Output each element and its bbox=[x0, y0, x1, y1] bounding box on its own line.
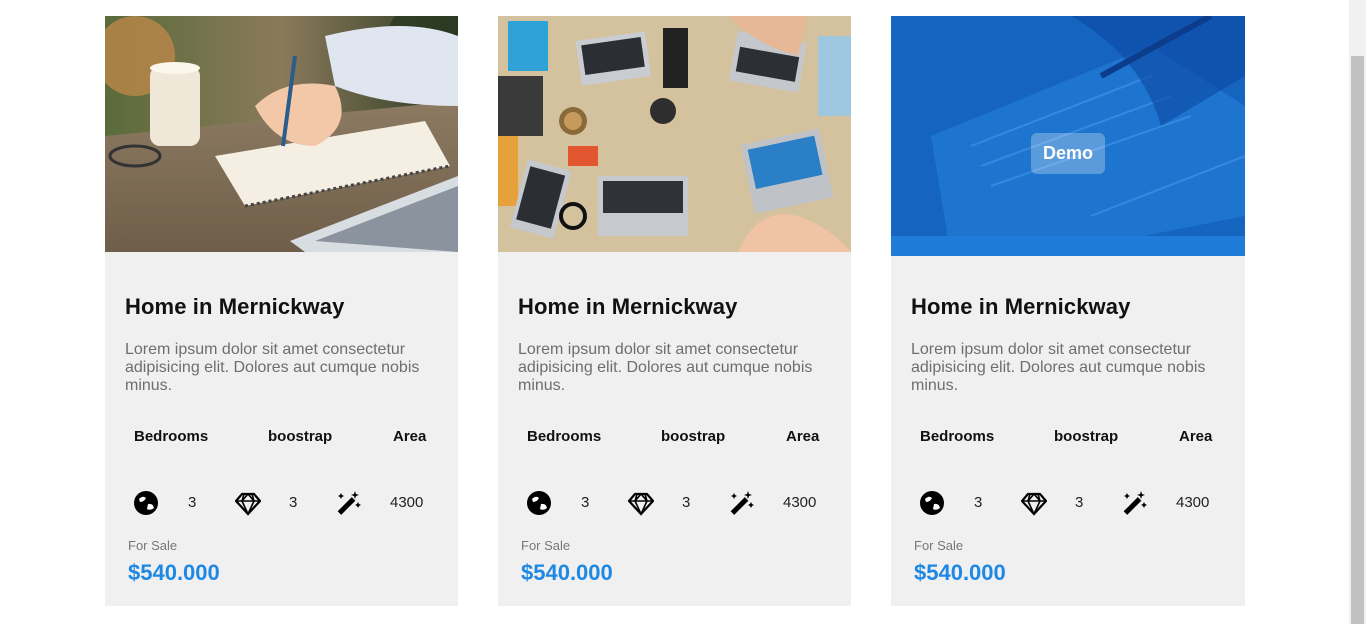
feature-value-bedrooms: 3 bbox=[581, 494, 590, 511]
diamond-icon bbox=[628, 490, 654, 516]
property-price: $540.000 bbox=[914, 560, 1006, 585]
feature-label-bedrooms: Bedrooms bbox=[527, 428, 602, 445]
feature-label-boostrap: boostrap bbox=[268, 428, 333, 445]
demo-overlay-badge[interactable]: Demo bbox=[1031, 133, 1105, 174]
globe-icon bbox=[919, 490, 945, 516]
feature-value-boostrap: 3 bbox=[1075, 494, 1084, 511]
feature-value-boostrap: 3 bbox=[682, 494, 691, 511]
feature-label-boostrap: boostrap bbox=[661, 428, 726, 445]
feature-label-area: Area bbox=[786, 428, 820, 445]
property-title: Home in Mernickway bbox=[125, 294, 345, 319]
magic-wand-icon bbox=[1121, 490, 1147, 516]
feature-value-area: 4300 bbox=[1176, 494, 1210, 511]
magic-wand-icon bbox=[728, 490, 754, 516]
sale-status: For Sale bbox=[521, 538, 571, 553]
property-description: Lorem ipsum dolor sit amet consectetur a… bbox=[125, 341, 420, 394]
feature-value-bedrooms: 3 bbox=[188, 494, 197, 511]
property-title: Home in Mernickway bbox=[911, 294, 1131, 319]
property-photo[interactable] bbox=[105, 16, 458, 252]
diamond-icon bbox=[1021, 490, 1047, 516]
property-cards: Home in Mernickway Lorem ipsum dolor sit… bbox=[0, 0, 1349, 624]
property-card[interactable]: Demo Home in Mernickway Lorem ipsum dolo… bbox=[891, 16, 1245, 606]
property-photo[interactable]: Demo bbox=[891, 16, 1245, 256]
property-title: Home in Mernickway bbox=[518, 294, 738, 319]
property-price: $540.000 bbox=[521, 560, 613, 585]
feature-label-area: Area bbox=[1179, 428, 1213, 445]
vertical-scrollbar[interactable] bbox=[1349, 0, 1366, 624]
scrollbar-thumb[interactable] bbox=[1351, 56, 1364, 624]
feature-value-boostrap: 3 bbox=[289, 494, 298, 511]
globe-icon bbox=[526, 490, 552, 516]
globe-icon bbox=[133, 490, 159, 516]
property-description: Lorem ipsum dolor sit amet consectetur a… bbox=[518, 341, 813, 394]
property-description: Lorem ipsum dolor sit amet consectetur a… bbox=[911, 341, 1206, 394]
property-price: $540.000 bbox=[128, 560, 220, 585]
property-card[interactable]: Home in Mernickway Lorem ipsum dolor sit… bbox=[498, 16, 851, 606]
property-card[interactable]: Home in Mernickway Lorem ipsum dolor sit… bbox=[105, 16, 458, 606]
sale-status: For Sale bbox=[914, 538, 964, 553]
feature-value-area: 4300 bbox=[783, 494, 817, 511]
diamond-icon bbox=[235, 490, 261, 516]
feature-value-area: 4300 bbox=[390, 494, 424, 511]
feature-label-area: Area bbox=[393, 428, 427, 445]
feature-value-bedrooms: 3 bbox=[974, 494, 983, 511]
feature-label-bedrooms: Bedrooms bbox=[134, 428, 209, 445]
sale-status: For Sale bbox=[128, 538, 178, 553]
property-photo[interactable] bbox=[498, 16, 851, 252]
feature-label-bedrooms: Bedrooms bbox=[920, 428, 995, 445]
feature-label-boostrap: boostrap bbox=[1054, 428, 1119, 445]
magic-wand-icon bbox=[335, 490, 361, 516]
